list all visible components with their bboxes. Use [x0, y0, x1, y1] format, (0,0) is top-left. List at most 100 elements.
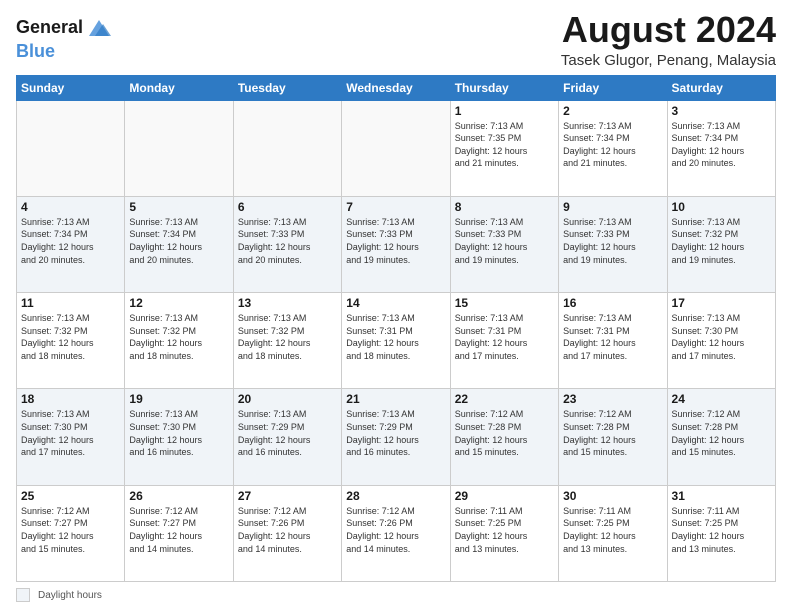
day-number: 3 — [672, 104, 771, 118]
logo: General Blue — [16, 14, 113, 62]
calendar-cell: 1Sunrise: 7:13 AM Sunset: 7:35 PM Daylig… — [450, 100, 558, 196]
calendar-cell: 28 Sunrise: 7:12 AM Sunset: 7:26 PM Dayli… — [342, 485, 450, 581]
day-info: Sunrise: 7:13 AM Sunset: 7:30 PM Dayligh… — [129, 408, 228, 458]
day-info: Sunrise: 7:12 AM Sunset: 7:26 PM Dayligh… — [346, 505, 445, 555]
day-number: 5 — [129, 200, 228, 214]
day-info: Sunrise: 7:13 AM Sunset: 7:30 PM Dayligh… — [21, 408, 120, 458]
day-number: 18 — [21, 392, 120, 406]
calendar-cell: 2Sunrise: 7:13 AM Sunset: 7:34 PM Daylig… — [559, 100, 667, 196]
legend-box — [16, 588, 30, 602]
calendar-cell: 27Sunrise: 7:12 AM Sunset: 7:26 PM Dayli… — [233, 485, 341, 581]
day-info: Sunrise: 7:13 AM Sunset: 7:34 PM Dayligh… — [21, 216, 120, 266]
day-info: Sunrise: 7:11 AM Sunset: 7:25 PM Dayligh… — [672, 505, 771, 555]
day-number: 19 — [129, 392, 228, 406]
day-number: 29 — [455, 489, 554, 503]
day-info: Sunrise: 7:13 AM Sunset: 7:33 PM Dayligh… — [238, 216, 337, 266]
day-number: 25 — [21, 489, 120, 503]
day-info: Sunrise: 7:13 AM Sunset: 7:33 PM Dayligh… — [346, 216, 445, 266]
calendar-cell — [342, 100, 450, 196]
calendar-cell: 15 Sunrise: 7:13 AM Sunset: 7:31 PM Dayli… — [450, 293, 558, 389]
day-info: Sunrise: 7:12 AM Sunset: 7:27 PM Dayligh… — [129, 505, 228, 555]
day-info: Sunrise: 7:12 AM Sunset: 7:26 PM Dayligh… — [238, 505, 337, 555]
day-info: Sunrise: 7:13 AM Sunset: 7:32 PM Dayligh… — [672, 216, 771, 266]
calendar-cell: 10 Sunrise: 7:13 AM Sunset: 7:32 PM Dayli… — [667, 196, 775, 292]
calendar-cell: 30 Sunrise: 7:11 AM Sunset: 7:25 PM Dayli… — [559, 485, 667, 581]
calendar-cell: 26 Sunrise: 7:12 AM Sunset: 7:27 PM Dayli… — [125, 485, 233, 581]
calendar-week-4: 18 Sunrise: 7:13 AM Sunset: 7:30 PM Dayli… — [17, 389, 776, 485]
calendar-cell: 25Sunrise: 7:12 AM Sunset: 7:27 PM Dayli… — [17, 485, 125, 581]
calendar-cell: 12Sunrise: 7:13 AM Sunset: 7:32 PM Dayli… — [125, 293, 233, 389]
day-number: 28 — [346, 489, 445, 503]
day-number: 14 — [346, 296, 445, 310]
footer: Daylight hours — [16, 588, 776, 602]
main-title: August 2024 — [561, 10, 776, 50]
day-number: 11 — [21, 296, 120, 310]
calendar-cell: 8 Sunrise: 7:13 AM Sunset: 7:33 PM Daylig… — [450, 196, 558, 292]
calendar-cell: 5Sunrise: 7:13 AM Sunset: 7:34 PM Daylig… — [125, 196, 233, 292]
calendar-cell — [233, 100, 341, 196]
calendar-cell — [125, 100, 233, 196]
calendar-cell: 18 Sunrise: 7:13 AM Sunset: 7:30 PM Dayli… — [17, 389, 125, 485]
day-number: 30 — [563, 489, 662, 503]
day-number: 4 — [21, 200, 120, 214]
calendar-cell: 14Sunrise: 7:13 AM Sunset: 7:31 PM Dayli… — [342, 293, 450, 389]
calendar-header-row: SundayMondayTuesdayWednesdayThursdayFrid… — [17, 75, 776, 100]
calendar-cell: 16Sunrise: 7:13 AM Sunset: 7:31 PM Dayli… — [559, 293, 667, 389]
legend-label: Daylight hours — [38, 590, 102, 601]
calendar-cell — [17, 100, 125, 196]
day-number: 13 — [238, 296, 337, 310]
calendar-cell: 4 Sunrise: 7:13 AM Sunset: 7:34 PM Daylig… — [17, 196, 125, 292]
day-info: Sunrise: 7:13 AM Sunset: 7:29 PM Dayligh… — [238, 408, 337, 458]
calendar-cell: 17 Sunrise: 7:13 AM Sunset: 7:30 PM Dayli… — [667, 293, 775, 389]
day-number: 10 — [672, 200, 771, 214]
day-info: Sunrise: 7:13 AM Sunset: 7:32 PM Dayligh… — [238, 312, 337, 362]
day-info: Sunrise: 7:13 AM Sunset: 7:34 PM Dayligh… — [672, 120, 771, 170]
calendar-header-wednesday: Wednesday — [342, 75, 450, 100]
day-info: Sunrise: 7:13 AM Sunset: 7:32 PM Dayligh… — [21, 312, 120, 362]
day-number: 26 — [129, 489, 228, 503]
day-number: 20 — [238, 392, 337, 406]
calendar-cell: 3 Sunrise: 7:13 AM Sunset: 7:34 PM Daylig… — [667, 100, 775, 196]
day-number: 2 — [563, 104, 662, 118]
calendar-cell: 19 Sunrise: 7:13 AM Sunset: 7:30 PM Dayli… — [125, 389, 233, 485]
day-number: 7 — [346, 200, 445, 214]
calendar-week-2: 4 Sunrise: 7:13 AM Sunset: 7:34 PM Daylig… — [17, 196, 776, 292]
day-number: 9 — [563, 200, 662, 214]
header: General Blue August 2024 Tasek Glugor, P… — [16, 10, 776, 69]
calendar-cell: 31 Sunrise: 7:11 AM Sunset: 7:25 PM Dayli… — [667, 485, 775, 581]
day-info: Sunrise: 7:11 AM Sunset: 7:25 PM Dayligh… — [455, 505, 554, 555]
calendar-week-1: 1Sunrise: 7:13 AM Sunset: 7:35 PM Daylig… — [17, 100, 776, 196]
day-info: Sunrise: 7:12 AM Sunset: 7:28 PM Dayligh… — [455, 408, 554, 458]
calendar-cell: 21Sunrise: 7:13 AM Sunset: 7:29 PM Dayli… — [342, 389, 450, 485]
day-info: Sunrise: 7:11 AM Sunset: 7:25 PM Dayligh… — [563, 505, 662, 555]
day-number: 8 — [455, 200, 554, 214]
day-number: 15 — [455, 296, 554, 310]
day-number: 24 — [672, 392, 771, 406]
calendar-cell: 7 Sunrise: 7:13 AM Sunset: 7:33 PM Daylig… — [342, 196, 450, 292]
calendar-header-friday: Friday — [559, 75, 667, 100]
calendar-cell: 24 Sunrise: 7:12 AM Sunset: 7:28 PM Dayli… — [667, 389, 775, 485]
day-info: Sunrise: 7:13 AM Sunset: 7:31 PM Dayligh… — [563, 312, 662, 362]
day-info: Sunrise: 7:12 AM Sunset: 7:28 PM Dayligh… — [672, 408, 771, 458]
calendar-cell: 9 Sunrise: 7:13 AM Sunset: 7:33 PM Daylig… — [559, 196, 667, 292]
calendar-cell: 23 Sunrise: 7:12 AM Sunset: 7:28 PM Dayli… — [559, 389, 667, 485]
page: General Blue August 2024 Tasek Glugor, P… — [0, 0, 792, 612]
day-number: 6 — [238, 200, 337, 214]
day-info: Sunrise: 7:13 AM Sunset: 7:33 PM Dayligh… — [455, 216, 554, 266]
calendar-cell: 22Sunrise: 7:12 AM Sunset: 7:28 PM Dayli… — [450, 389, 558, 485]
calendar-cell: 11 Sunrise: 7:13 AM Sunset: 7:32 PM Dayli… — [17, 293, 125, 389]
day-info: Sunrise: 7:13 AM Sunset: 7:33 PM Dayligh… — [563, 216, 662, 266]
day-number: 31 — [672, 489, 771, 503]
logo-text-blue: Blue — [16, 41, 55, 61]
logo-text-general: General — [16, 18, 83, 38]
day-info: Sunrise: 7:12 AM Sunset: 7:28 PM Dayligh… — [563, 408, 662, 458]
day-info: Sunrise: 7:13 AM Sunset: 7:30 PM Dayligh… — [672, 312, 771, 362]
day-number: 23 — [563, 392, 662, 406]
day-number: 12 — [129, 296, 228, 310]
day-info: Sunrise: 7:13 AM Sunset: 7:31 PM Dayligh… — [455, 312, 554, 362]
calendar-week-3: 11 Sunrise: 7:13 AM Sunset: 7:32 PM Dayli… — [17, 293, 776, 389]
day-number: 17 — [672, 296, 771, 310]
calendar-cell: 29 Sunrise: 7:11 AM Sunset: 7:25 PM Dayli… — [450, 485, 558, 581]
calendar-header-sunday: Sunday — [17, 75, 125, 100]
day-info: Sunrise: 7:13 AM Sunset: 7:35 PM Dayligh… — [455, 120, 554, 170]
